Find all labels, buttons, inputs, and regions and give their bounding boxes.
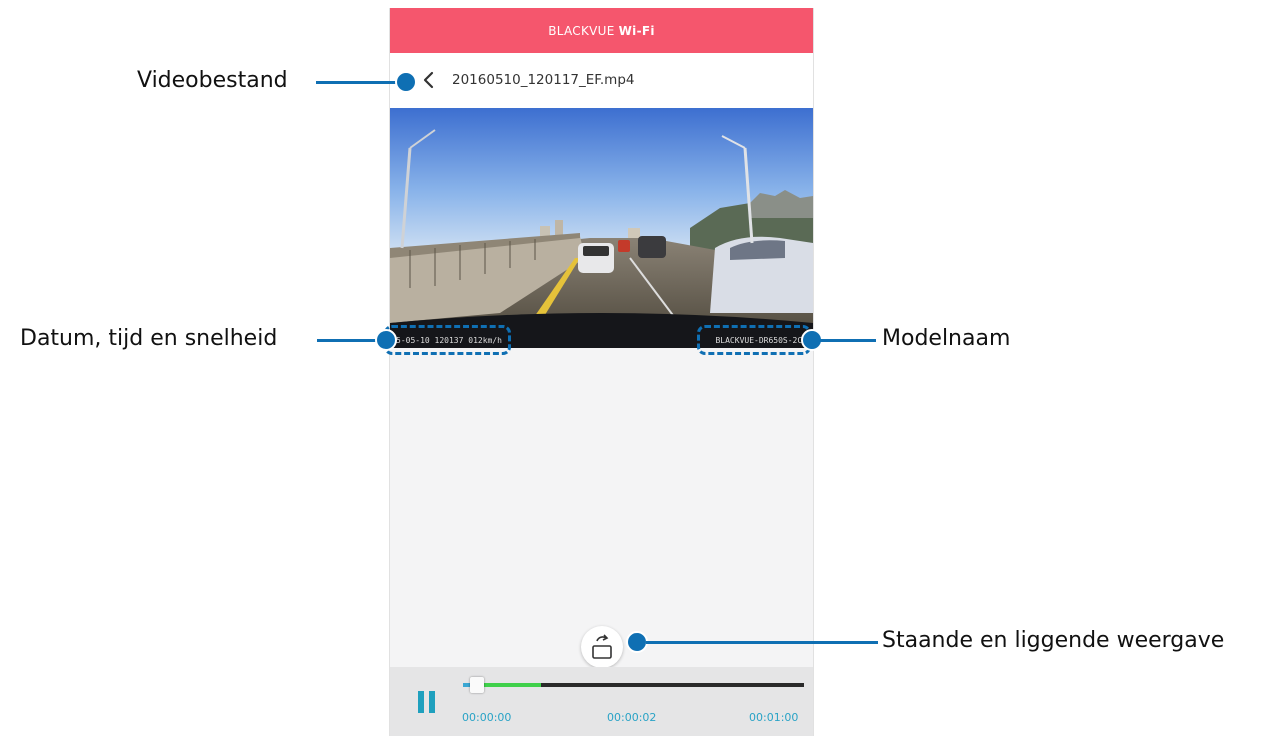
callout-line-video-file [316, 81, 406, 84]
rotate-screen-button[interactable] [581, 626, 623, 668]
video-frame-image [390, 108, 813, 348]
app-brand-suffix: Wi-Fi [618, 23, 655, 38]
callout-orientation: Staande en liggende weergave [882, 628, 1225, 653]
pause-icon [418, 691, 424, 713]
time-current: 00:00:02 [607, 711, 657, 724]
callout-dot-date-time-speed [375, 329, 397, 351]
time-start: 00:00:00 [462, 711, 512, 724]
chevron-left-icon[interactable] [420, 71, 438, 89]
callout-box-date-time-speed [384, 325, 511, 355]
callout-dot-video-file [395, 71, 417, 93]
pause-icon-bar [429, 691, 435, 713]
progress-track[interactable] [463, 677, 804, 693]
callout-date-time-speed: Datum, tijd en snelheid [20, 326, 278, 351]
callout-model-name: Modelnaam [882, 326, 1011, 351]
rotate-screen-icon [592, 634, 612, 659]
callout-dot-orientation [626, 631, 648, 653]
time-end: 00:01:00 [749, 711, 799, 724]
progress-knob[interactable] [470, 677, 485, 693]
app-header: BLACKVUE Wi-Fi [390, 8, 813, 53]
phone-screen: BLACKVUE Wi-Fi 20160510_120117_EF.mp4 5-… [389, 8, 814, 736]
file-bar: 20160510_120117_EF.mp4 [390, 53, 813, 108]
callout-line-model-name [820, 339, 876, 342]
pause-button[interactable] [418, 691, 436, 713]
app-brand: BLACKVUE [548, 23, 615, 38]
video-player-view[interactable]: 5-05-10 120137 012km/h BLACKVUE-DR650S-2… [390, 108, 813, 348]
video-file-name: 20160510_120117_EF.mp4 [452, 72, 635, 88]
callout-line-orientation [646, 641, 878, 644]
player-controls: 00:00:00 00:00:02 00:01:00 [390, 667, 813, 736]
callout-box-model-name [697, 325, 811, 355]
callout-video-file: Videobestand [137, 68, 288, 93]
